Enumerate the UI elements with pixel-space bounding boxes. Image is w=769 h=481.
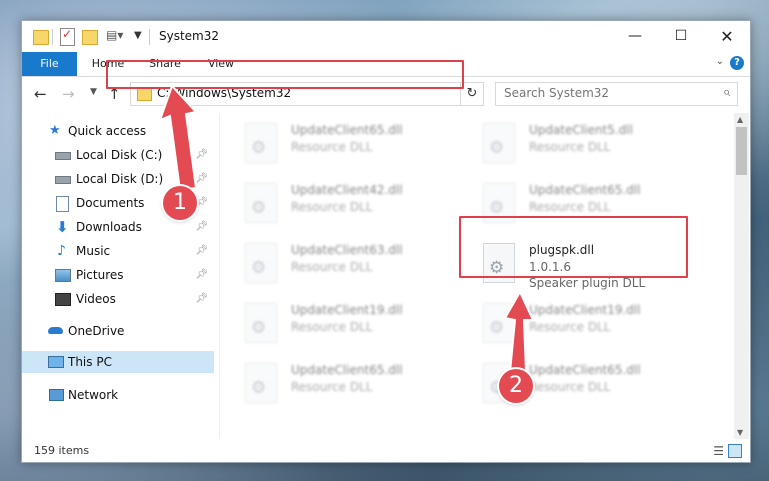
annotation-arrows <box>158 84 535 373</box>
arrow-2-icon <box>503 289 535 373</box>
step-2-badge: 2 <box>499 369 533 403</box>
arrow-1-icon <box>158 84 198 192</box>
step-1-badge: 1 <box>163 186 197 220</box>
